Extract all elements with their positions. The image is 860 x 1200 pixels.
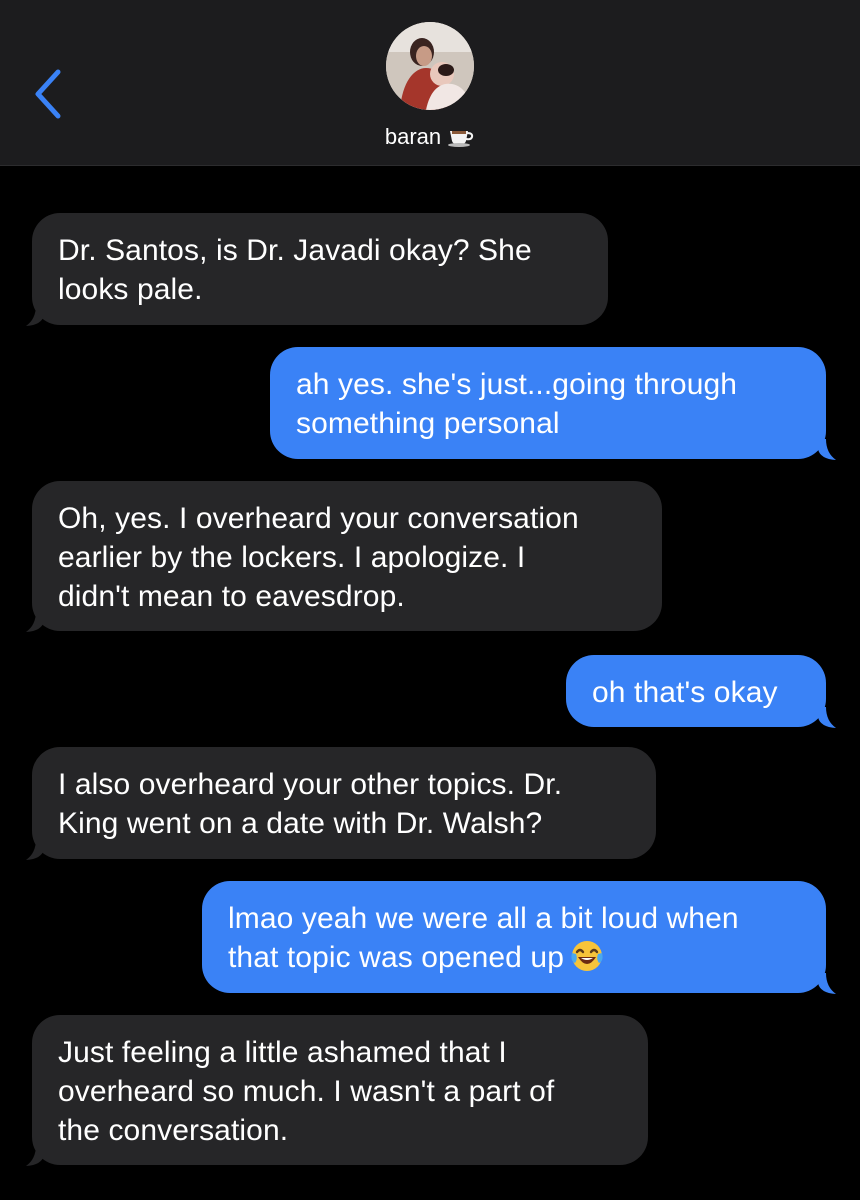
message-line: ah yes. she's just...going through bbox=[296, 368, 738, 401]
contact-name-text: baran bbox=[384, 124, 442, 149]
message-line: earlier by the lockers. I apologize. I bbox=[58, 541, 526, 574]
message-line: didn't mean to eavesdrop. bbox=[58, 580, 405, 613]
message-line: lmao yeah we were all a bit loud when bbox=[228, 902, 739, 935]
bubble-tail-outgoing bbox=[818, 439, 836, 460]
message-bubble-incoming[interactable]: Oh, yes. I overheard your conversation e… bbox=[32, 481, 662, 631]
message-line: Just feeling a little ashamed that I bbox=[58, 1036, 507, 1069]
contact-name[interactable]: baran bbox=[0, 124, 860, 150]
avatar-photo bbox=[386, 22, 474, 110]
message-line-text: that topic was opened up bbox=[228, 941, 564, 974]
message-line: Dr. Santos, is Dr. Javadi okay? She bbox=[58, 234, 532, 267]
bubble-tail-incoming bbox=[26, 1145, 44, 1166]
message-line: looks pale. bbox=[58, 273, 203, 306]
bubble-tail-incoming bbox=[26, 839, 44, 860]
message-line: the conversation. bbox=[58, 1114, 289, 1147]
back-button[interactable] bbox=[30, 66, 70, 122]
bubble-tail-incoming bbox=[26, 305, 44, 326]
bubble-tail-outgoing bbox=[818, 707, 836, 728]
conversation-header: baran bbox=[0, 0, 860, 166]
message-line: King went on a date with Dr. Walsh? bbox=[58, 807, 543, 840]
message-line: Oh, yes. I overheard your conversation bbox=[58, 502, 579, 535]
message-line: oh that's okay bbox=[592, 676, 778, 709]
coffee-cup-icon bbox=[447, 125, 475, 147]
message-bubble-outgoing[interactable]: oh that's okay bbox=[566, 655, 826, 727]
message-bubble-incoming[interactable]: Just feeling a little ashamed that I ove… bbox=[32, 1015, 648, 1165]
message-line: overheard so much. I wasn't a part of bbox=[58, 1075, 555, 1108]
message-bubble-incoming[interactable]: Dr. Santos, is Dr. Javadi okay? She look… bbox=[32, 213, 608, 325]
tears-of-joy-emoji-icon bbox=[570, 939, 604, 973]
message-line: I also overheard your other topics. Dr. bbox=[58, 768, 563, 801]
message-bubble-incoming[interactable]: I also overheard your other topics. Dr. … bbox=[32, 747, 656, 859]
contact-avatar[interactable] bbox=[386, 22, 474, 110]
message-bubble-outgoing[interactable]: ah yes. she's just...going through somet… bbox=[270, 347, 826, 459]
bubble-tail-incoming bbox=[26, 611, 44, 632]
message-bubble-outgoing[interactable]: lmao yeah we were all a bit loud when th… bbox=[202, 881, 826, 993]
message-thread: Dr. Santos, is Dr. Javadi okay? She look… bbox=[0, 165, 860, 1200]
chevron-left-icon bbox=[35, 69, 61, 119]
bubble-tail-outgoing bbox=[818, 973, 836, 994]
message-line: something personal bbox=[296, 407, 560, 440]
message-line: that topic was opened up bbox=[228, 938, 802, 977]
